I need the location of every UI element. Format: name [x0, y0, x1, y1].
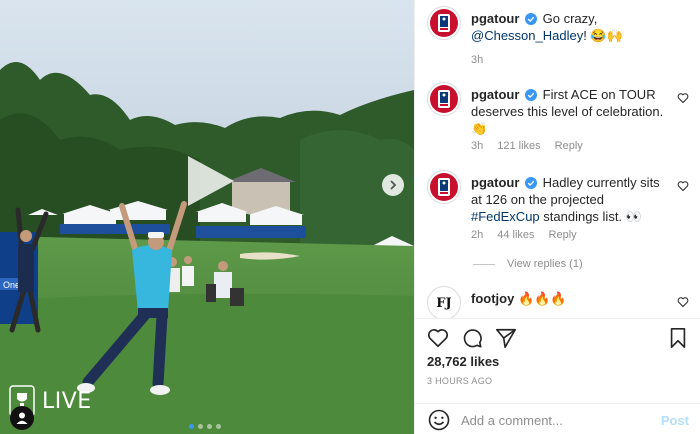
carousel-indicator [189, 424, 221, 429]
carousel-next-button[interactable] [382, 174, 404, 196]
chevron-right-icon [390, 180, 397, 190]
comment-text: pgatour Hadley currently sits at 126 on … [471, 174, 671, 225]
comment: pgatour First ACE on TOUR deserves this … [427, 82, 689, 154]
video-frame: One [0, 0, 414, 434]
user-tag-button[interactable] [10, 406, 34, 430]
avatar[interactable] [427, 170, 461, 204]
play-icon [188, 156, 234, 206]
comment-time[interactable]: 2h [471, 229, 483, 241]
comment-username[interactable]: pgatour [471, 175, 519, 190]
comment-text: footjoy 🔥🔥🔥 [471, 290, 671, 307]
live-label: LIVE [42, 388, 92, 414]
add-comment-bar: Post [415, 403, 700, 434]
play-button[interactable] [180, 152, 238, 210]
comment-icon[interactable] [461, 327, 483, 349]
comment-input[interactable] [461, 410, 651, 430]
pga-logo-icon [438, 90, 450, 108]
mention-link[interactable]: @Chesson_Hadley [471, 28, 583, 43]
pga-logo-icon [438, 14, 450, 32]
post-media[interactable]: One LIVE [0, 0, 414, 434]
carousel-dot [216, 424, 221, 429]
verified-badge-icon [525, 177, 538, 189]
post-comment-button[interactable]: Post [661, 413, 689, 428]
comment-body-end: standings list. 👀 [543, 209, 642, 224]
footjoy-logo: FJ [436, 295, 452, 311]
comment-meta: 2h 44 likes Reply [471, 229, 577, 241]
heart-icon[interactable] [427, 327, 449, 349]
comment: pgatour Hadley currently sits at 126 on … [427, 170, 689, 252]
avatar[interactable] [427, 6, 461, 40]
comment-text: pgatour Go crazy, @Chesson_Hadley! 😂🙌 [471, 10, 671, 44]
comment: pgatour Go crazy, @Chesson_Hadley! 😂🙌 3h [427, 6, 689, 66]
sign-text: One [3, 280, 20, 290]
verified-badge-icon [525, 13, 538, 25]
reply-button[interactable]: Reply [549, 229, 577, 241]
hashtag-link[interactable]: #FedExCup [471, 209, 540, 224]
carousel-dot [198, 424, 203, 429]
comment-username[interactable]: footjoy [471, 291, 514, 306]
view-replies-label: View replies (1) [507, 258, 583, 270]
comment: FJ footjoy 🔥🔥🔥 [427, 286, 689, 318]
avatar[interactable]: FJ [427, 286, 461, 318]
pga-logo-icon [438, 178, 450, 196]
comment-body: Go crazy, [542, 11, 598, 26]
comment-username[interactable]: pgatour [471, 11, 519, 26]
emoji-icon[interactable] [427, 408, 451, 432]
carousel-dot [207, 424, 212, 429]
verified-badge-icon [525, 89, 538, 101]
comment-like-icon[interactable] [677, 180, 689, 192]
comment-likes[interactable]: 44 likes [497, 229, 534, 241]
divider-line [473, 263, 495, 265]
post-side-panel: pgatour Go crazy, @Chesson_Hadley! 😂🙌 3h… [414, 0, 700, 434]
comment-text: pgatour First ACE on TOUR deserves this … [471, 86, 671, 137]
comment-emoji: ! 😂🙌 [583, 28, 623, 43]
comment-like-icon[interactable] [677, 296, 689, 308]
comment-body: 🔥🔥🔥 [517, 291, 567, 306]
share-icon[interactable] [495, 327, 517, 349]
comments-list[interactable]: pgatour Go crazy, @Chesson_Hadley! 😂🙌 3h… [415, 0, 700, 318]
post-timestamp[interactable]: 3 HOURS AGO [427, 376, 492, 386]
view-replies-button[interactable]: View replies (1) [473, 258, 583, 270]
comment-likes[interactable]: 121 likes [497, 140, 540, 152]
comment-meta: 3h 121 likes Reply [471, 140, 583, 152]
user-tag-icon [16, 412, 28, 424]
comment-username[interactable]: pgatour [471, 87, 519, 102]
comment-meta: 3h [471, 54, 483, 66]
reply-button[interactable]: Reply [555, 140, 583, 152]
action-bar [415, 318, 700, 352]
avatar[interactable] [427, 82, 461, 116]
carousel-dot [189, 424, 194, 429]
bookmark-icon[interactable] [667, 327, 689, 349]
comment-time[interactable]: 3h [471, 140, 483, 152]
comment-like-icon[interactable] [677, 92, 689, 104]
comment-time[interactable]: 3h [471, 54, 483, 66]
post-likes-count[interactable]: 28,762 likes [427, 354, 499, 369]
